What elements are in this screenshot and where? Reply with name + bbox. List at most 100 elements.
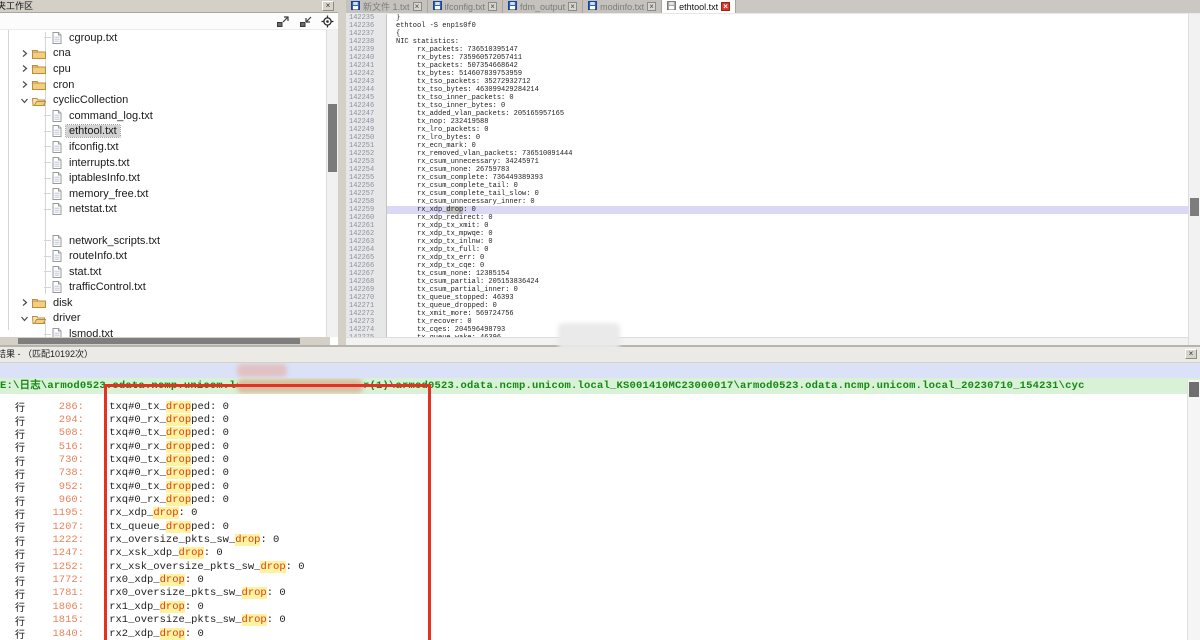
line-number: 142235 — [346, 14, 387, 22]
modified-file-icon — [433, 1, 442, 12]
line-number: 142243 — [346, 78, 387, 86]
result-row[interactable]: 行730: txq#0_tx_dropped: 0 — [0, 453, 1187, 466]
close-tab-icon[interactable]: × — [568, 2, 577, 11]
tab--1-txt[interactable]: 新文件 1.txt× — [346, 0, 428, 13]
file-icon — [52, 281, 62, 293]
tree-file-lsmod-txt[interactable]: lsmod.txt — [0, 326, 326, 337]
editor-line: 142253 rx_csum_unnecessary: 34245971 — [346, 158, 1188, 166]
tree-file-network_scripts-txt[interactable]: network_scripts.txt — [0, 233, 326, 249]
editor-line: 142273 tx_recover: 0 — [346, 318, 1188, 326]
close-results-icon[interactable]: × — [1185, 349, 1197, 359]
result-row[interactable]: 行1247: rx_xsk_xdp_drop: 0 — [0, 547, 1187, 560]
editor-vertical-scrollbar[interactable] — [1188, 14, 1200, 345]
result-row[interactable]: 行1840: rx2_xdp_drop: 0 — [0, 627, 1187, 640]
tab-ethtool-txt[interactable]: ethtool.txt× — [662, 0, 736, 13]
search-match-highlight: drop — [446, 206, 463, 214]
close-tab-icon[interactable]: × — [488, 2, 497, 11]
tree-folder-cna[interactable]: cna — [0, 46, 326, 62]
chevron-right-icon[interactable] — [20, 298, 30, 307]
editor-line-text: } — [387, 14, 1188, 22]
line-number: 142256 — [346, 182, 387, 190]
tree-vertical-scrollbar[interactable] — [326, 30, 338, 337]
chevron-right-icon[interactable] — [20, 64, 30, 73]
result-match-text: txq#0_tx_dropped: 0 — [84, 481, 229, 493]
expand-all-icon[interactable] — [275, 15, 289, 28]
collapse-all-icon[interactable] — [298, 15, 312, 28]
locate-file-icon[interactable] — [320, 15, 334, 28]
line-number: 142239 — [346, 46, 387, 54]
chevron-down-icon[interactable] — [20, 96, 30, 105]
file-icon — [52, 157, 62, 169]
tree-item-label: ethtool.txt — [66, 125, 120, 137]
close-tab-icon[interactable]: × — [647, 2, 656, 11]
tree-file-ethtool-txt[interactable]: ethtool.txt — [0, 124, 326, 140]
line-number: 142260 — [346, 214, 387, 222]
editor-line: 142258 rx_csum_unnecessary_inner: 0 — [346, 198, 1188, 206]
search-match-highlight: drop — [235, 534, 260, 546]
result-line-number: 952: — [26, 481, 84, 493]
result-row[interactable]: 行738: rxq#0_rx_dropped: 0 — [0, 467, 1187, 480]
tab-modinfo-txt[interactable]: modinfo.txt× — [583, 0, 662, 13]
tree-folder-cron[interactable]: cron — [0, 77, 326, 93]
matched-file-path-row[interactable]: E:\日志\armod0523.odata.ncmp.unicom.loca r… — [0, 378, 1200, 394]
result-row[interactable]: 行516: rxq#0_rx_dropped: 0 — [0, 440, 1187, 453]
result-row[interactable]: 行952: txq#0_tx_dropped: 0 — [0, 480, 1187, 493]
result-row[interactable]: 行1222: rx_oversize_pkts_sw_drop: 0 — [0, 533, 1187, 546]
tree-connector — [44, 37, 51, 38]
tree-file-iptablesinfo-txt[interactable]: iptablesInfo.txt — [0, 170, 326, 186]
result-line-number: 508: — [26, 427, 84, 439]
result-row[interactable]: 行1781: rx0_oversize_pkts_sw_drop: 0 — [0, 587, 1187, 600]
editor-horizontal-scrollbar[interactable] — [346, 337, 1188, 345]
tree-file-trafficcontrol-txt[interactable]: trafficControl.txt — [0, 280, 326, 296]
tree-file-memory_free-txt[interactable]: memory_free.txt — [0, 186, 326, 202]
editor-line: 142271 tx_queue_dropped: 0 — [346, 302, 1188, 310]
tree-file-stat-txt[interactable]: stat.txt — [0, 264, 326, 280]
result-row[interactable]: 行286: txq#0_tx_dropped: 0 — [0, 400, 1187, 413]
tree-folder-driver[interactable]: driver — [0, 311, 326, 327]
tab-label: ifconfig.txt — [445, 2, 486, 12]
scrollbar-thumb[interactable] — [328, 104, 337, 172]
tree-folder-disk[interactable]: disk — [0, 295, 326, 311]
tree-file-command_log-txt[interactable]: command_log.txt — [0, 108, 326, 124]
result-row[interactable]: 行1207: tx_queue_dropped: 0 — [0, 520, 1187, 533]
result-row[interactable]: 行1195: rx_xdp_drop: 0 — [0, 507, 1187, 520]
scrollbar-thumb[interactable] — [1190, 198, 1199, 216]
editor-line-text: rx_removed_vlan_packets: 736510091444 — [387, 150, 1188, 158]
editor-line: 142255 rx_csum_complete: 736449389393 — [346, 174, 1188, 182]
chevron-right-icon[interactable] — [20, 49, 30, 58]
result-match-text: rx0_oversize_pkts_sw_drop: 0 — [84, 587, 286, 599]
tree-file-interrupts-txt[interactable]: interrupts.txt — [0, 155, 326, 171]
close-tab-icon[interactable]: × — [413, 2, 422, 11]
editor-line-text: tx_queue_dropped: 0 — [387, 302, 1188, 310]
tree-file-routeinfo-txt[interactable]: routeInfo.txt — [0, 248, 326, 264]
result-row[interactable]: 行1772: rx0_xdp_drop: 0 — [0, 573, 1187, 586]
tree-horizontal-scrollbar[interactable] — [0, 337, 330, 345]
close-workspace-icon[interactable]: × — [322, 1, 334, 11]
tree-file-cgroup-txt[interactable]: cgroup.txt — [0, 30, 326, 46]
result-row[interactable]: 行294: rxq#0_rx_dropped: 0 — [0, 413, 1187, 426]
tree-folder-cycliccollection[interactable]: cyclicCollection — [0, 92, 326, 108]
result-match-text: rx0_xdp_drop: 0 — [84, 574, 204, 586]
tree-folder-cpu[interactable]: cpu — [0, 61, 326, 77]
scrollbar-thumb[interactable] — [1189, 382, 1199, 397]
redaction-overlay — [558, 323, 620, 350]
results-vertical-scrollbar[interactable] — [1187, 380, 1200, 640]
result-row[interactable]: 行960: rxq#0_rx_dropped: 0 — [0, 493, 1187, 506]
tab-fdm_output[interactable]: fdm_output× — [503, 0, 583, 13]
tab-ifconfig-txt[interactable]: ifconfig.txt× — [428, 0, 504, 13]
tree-file-ifconfig-txt[interactable]: ifconfig.txt — [0, 139, 326, 155]
scrollbar-thumb[interactable] — [18, 338, 300, 344]
tree-file-netstat-txt[interactable]: netstat.txt — [0, 202, 326, 218]
close-tab-icon[interactable]: × — [721, 2, 730, 11]
result-row[interactable]: 行508: txq#0_tx_dropped: 0 — [0, 427, 1187, 440]
result-row[interactable]: 行1806: rx1_xdp_drop: 0 — [0, 600, 1187, 613]
chevron-right-icon[interactable] — [20, 80, 30, 89]
result-line-number: 1840: — [26, 628, 84, 640]
result-row[interactable]: 行1815: rx1_oversize_pkts_sw_drop: 0 — [0, 614, 1187, 627]
line-number: 142271 — [346, 302, 387, 310]
result-row[interactable]: 行1252: rx_xsk_oversize_pkts_sw_drop: 0 — [0, 560, 1187, 573]
editor-line-text: tx_bytes: 514607839753959 — [387, 70, 1188, 78]
editor-line-text: tx_csum_none: 12385154 — [387, 270, 1188, 278]
chevron-down-icon[interactable] — [20, 314, 30, 323]
editor-body[interactable]: 142235}142236ethtool -S enp1s0f0142237{1… — [346, 14, 1188, 337]
